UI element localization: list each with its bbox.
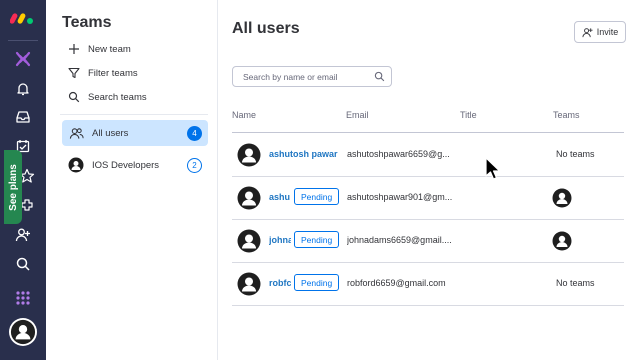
see-plans-label: See plans [7, 163, 19, 211]
user-email: ashutoshpawar901@gm... [347, 192, 453, 202]
new-team-label: New team [88, 43, 131, 55]
new-team-button[interactable]: New team [68, 43, 131, 55]
user-name-link[interactable]: johna [269, 235, 291, 245]
pending-badge: Pending [294, 274, 340, 291]
user-teams: No teams [556, 149, 595, 159]
user-avatar-icon [237, 186, 261, 210]
search-users-box [232, 66, 392, 87]
user-avatar-icon[interactable] [9, 318, 37, 346]
invite-label: Invite [596, 27, 619, 37]
add-user-icon [582, 27, 593, 37]
team-avatar-icon[interactable] [552, 231, 572, 251]
search-teams-label: Search teams [88, 91, 147, 103]
user-avatar-icon [237, 229, 261, 253]
users-icon [68, 125, 84, 141]
user-avatar-icon [237, 143, 261, 167]
monday-logo[interactable] [9, 8, 36, 26]
apps-grid-icon[interactable] [14, 289, 32, 307]
column-header-title[interactable]: Title [460, 110, 477, 120]
teams-panel-title: Teams [62, 14, 112, 31]
team-item-ios-developers[interactable]: IOS Developers 2 [62, 152, 208, 178]
user-email: robford6659@gmail.com [347, 278, 446, 288]
table-row[interactable]: ashu Pending ashutoshpawar901@gm... [232, 177, 624, 220]
workspace-icon[interactable] [14, 50, 32, 68]
team-count-badge: 2 [187, 157, 202, 173]
pending-badge: Pending [294, 188, 340, 205]
inbox-icon[interactable] [14, 108, 32, 126]
invite-button[interactable]: Invite [574, 21, 626, 43]
panel-divider [60, 114, 208, 115]
team-avatar-icon[interactable] [552, 188, 572, 208]
plus-icon [69, 44, 79, 54]
search-icon[interactable] [14, 255, 32, 273]
user-email: johnadams6659@gmail.... [347, 235, 452, 245]
filter-teams-label: Filter teams [88, 67, 138, 79]
user-name-link[interactable]: robfc [269, 278, 291, 288]
filter-teams-button[interactable]: Filter teams [68, 67, 138, 79]
rail-divider [8, 40, 38, 41]
filter-icon [68, 67, 80, 79]
user-name-link[interactable]: ashu [269, 192, 291, 202]
see-plans-button[interactable]: See plans [4, 150, 22, 224]
user-email: ashutoshpawar6659@g... [347, 149, 450, 159]
user-avatar-icon [237, 272, 261, 296]
team-avatar-icon [68, 157, 84, 173]
team-item-label: IOS Developers [92, 159, 160, 171]
page-title: All users [232, 20, 300, 37]
search-icon [374, 71, 385, 82]
main-content: All users Invite Name Email Title Teams … [218, 0, 640, 360]
table-row[interactable]: ashutosh pawar ashutoshpawar6659@g... No… [232, 134, 624, 177]
bell-icon[interactable] [14, 80, 32, 98]
table-row[interactable]: johna Pending johnadams6659@gmail.... [232, 220, 624, 263]
pending-badge: Pending [294, 231, 340, 248]
user-name-link[interactable]: ashutosh pawar [269, 149, 339, 159]
team-item-all-users[interactable]: All users 4 [62, 120, 208, 146]
table-row[interactable]: robfc Pending robford6659@gmail.com No t… [232, 263, 624, 306]
invite-members-icon[interactable] [14, 226, 32, 244]
column-header-teams[interactable]: Teams [553, 110, 580, 120]
mouse-cursor-icon [485, 157, 501, 180]
search-icon [68, 91, 80, 103]
team-count-badge: 4 [187, 125, 202, 141]
search-input[interactable] [233, 67, 363, 87]
search-teams-button[interactable]: Search teams [68, 91, 147, 103]
user-teams: No teams [556, 278, 595, 288]
column-header-name[interactable]: Name [232, 110, 256, 120]
teams-panel: Teams New team Filter teams Search teams… [46, 0, 218, 360]
header-divider [232, 132, 624, 133]
team-item-label: All users [92, 127, 129, 139]
left-rail: See plans [0, 0, 46, 360]
column-header-email[interactable]: Email [346, 110, 369, 120]
